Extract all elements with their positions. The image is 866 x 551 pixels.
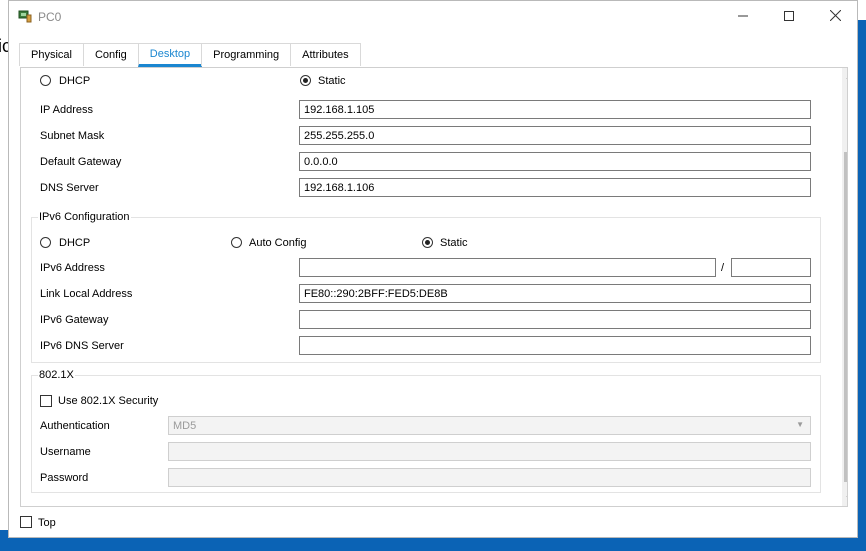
tab-programming[interactable]: Programming — [201, 43, 292, 66]
maximize-button[interactable] — [766, 1, 812, 31]
background-app-right-strip — [858, 0, 866, 551]
ipv6-gateway-field[interactable] — [299, 310, 811, 329]
background-app-right-top — [858, 0, 866, 20]
password-field[interactable] — [168, 468, 811, 487]
top-label: Top — [38, 517, 56, 529]
authentication-value: MD5 — [173, 419, 197, 432]
prefix-separator: / — [721, 262, 725, 274]
default-gateway-field[interactable]: 0.0.0.0 — [299, 152, 811, 171]
scroll-up-button[interactable] — [842, 68, 847, 85]
password-label: Password — [40, 472, 89, 484]
default-gateway-label: Default Gateway — [40, 156, 122, 168]
authentication-select[interactable]: MD5 ▼ — [168, 416, 811, 435]
ipv6-configuration-title: IPv6 Configuration — [38, 211, 131, 223]
tab-attributes[interactable]: Attributes — [290, 43, 361, 66]
username-field[interactable] — [168, 442, 811, 461]
tab-bar: Physical Config Desktop Programming Attr… — [19, 43, 361, 67]
link-local-address-field[interactable]: FE80::290:2BFF:FED5:DE8B — [299, 284, 811, 303]
dns-server-label: DNS Server — [40, 182, 99, 194]
dot1x-title: 802.1X — [38, 369, 75, 381]
ipv4-dhcp-label: DHCP — [59, 75, 91, 87]
ipv6-gateway-label: IPv6 Gateway — [40, 314, 109, 326]
ipv4-static-radio[interactable] — [300, 75, 311, 86]
minimize-icon — [738, 9, 748, 24]
ipv6-dhcp-radio[interactable] — [40, 237, 51, 248]
ipv6-prefix-length-field[interactable] — [731, 258, 811, 277]
tab-physical[interactable]: Physical — [19, 43, 84, 66]
scrollbar-thumb[interactable] — [844, 152, 847, 482]
window-title: PC0 — [38, 10, 62, 24]
pc-window: PC0 Physical Config Desktop Programming … — [8, 0, 858, 538]
link-local-address-label: Link Local Address — [40, 288, 133, 300]
pc-app-icon — [18, 9, 32, 23]
use-dot1x-checkbox[interactable] — [40, 395, 52, 407]
ipv6-dns-server-label: IPv6 DNS Server — [40, 340, 124, 352]
subnet-mask-label: Subnet Mask — [40, 130, 105, 142]
title-bar[interactable]: PC0 — [9, 1, 857, 31]
username-label: Username — [40, 446, 91, 458]
dns-server-field[interactable]: 192.168.1.106 — [299, 178, 811, 197]
vertical-scrollbar[interactable] — [842, 68, 847, 506]
ipv6-dns-server-field[interactable] — [299, 336, 811, 355]
ipv6-address-label: IPv6 Address — [40, 262, 105, 274]
chevron-up-icon — [846, 72, 847, 82]
ipv4-static-label: Static — [318, 75, 346, 87]
ip-configuration-panel: DHCP Static IP Address 192.168.1.105 Sub… — [20, 67, 848, 507]
close-button[interactable] — [812, 1, 858, 31]
tab-config[interactable]: Config — [82, 43, 139, 66]
ip-address-field[interactable]: 192.168.1.105 — [299, 100, 811, 119]
maximize-icon — [784, 9, 794, 24]
ip-address-label: IP Address — [40, 104, 93, 116]
chevron-down-icon: ▼ — [796, 420, 804, 429]
ipv4-dhcp-radio[interactable] — [40, 75, 51, 86]
close-icon — [829, 9, 841, 24]
minimize-button[interactable] — [720, 1, 766, 31]
scroll-down-button[interactable] — [842, 489, 847, 506]
ipv6-static-radio[interactable] — [422, 237, 433, 248]
ipv6-auto-config-radio[interactable] — [231, 237, 242, 248]
subnet-mask-field[interactable]: 255.255.255.0 — [299, 126, 811, 145]
ipv6-address-field[interactable] — [299, 258, 716, 277]
top-checkbox[interactable] — [20, 516, 32, 528]
background-app-left-strip — [0, 0, 8, 551]
tab-desktop[interactable]: Desktop — [137, 43, 203, 67]
chevron-down-icon — [846, 493, 847, 503]
ipv6-static-label: Static — [440, 237, 468, 249]
authentication-label: Authentication — [40, 420, 110, 432]
use-dot1x-label: Use 802.1X Security — [58, 395, 159, 407]
ipv6-auto-config-label: Auto Config — [249, 237, 307, 249]
ipv6-dhcp-label: DHCP — [59, 237, 91, 249]
